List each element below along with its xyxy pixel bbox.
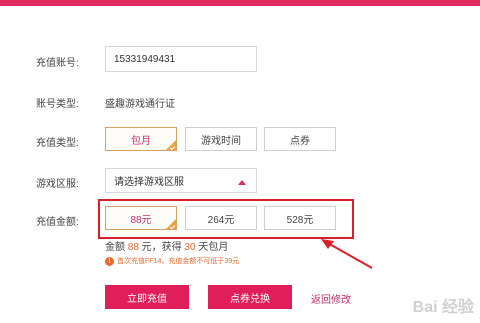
annotation-arrow-icon <box>321 239 373 269</box>
watermark-logo: Bai 经验 <box>412 299 474 316</box>
